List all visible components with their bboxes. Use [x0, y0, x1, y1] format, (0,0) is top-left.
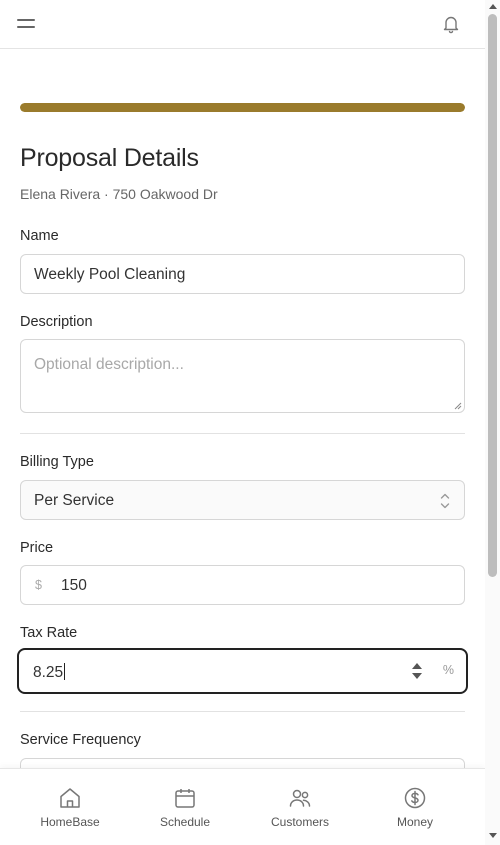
price-value: 150 [61, 577, 87, 594]
currency-prefix: $ [35, 578, 42, 592]
scrollbar[interactable] [485, 0, 500, 845]
percent-suffix: % [442, 663, 454, 677]
nav-item-customers[interactable]: Customers [250, 769, 350, 845]
nav-label: Schedule [159, 815, 211, 829]
description-placeholder: Optional description... [34, 356, 184, 373]
billing-type-label: Billing Type [20, 454, 94, 470]
nav-label: Customers [270, 815, 329, 829]
scroll-up-arrow-icon[interactable] [489, 4, 497, 9]
tax-rate-input[interactable]: 8.25 % [17, 648, 468, 694]
bell-icon[interactable] [442, 14, 460, 34]
nav-item-money[interactable]: Money [365, 769, 465, 845]
top-bar [0, 0, 485, 49]
nav-item-schedule[interactable]: Schedule [135, 769, 235, 845]
progress-bar [20, 103, 465, 112]
users-icon [289, 789, 311, 807]
calendar-icon [175, 789, 195, 808]
price-label: Price [20, 540, 54, 556]
section-divider [20, 433, 465, 434]
billing-type-value: Per Service [34, 492, 115, 509]
nav-label: HomeBase [40, 815, 100, 829]
resize-handle-icon[interactable] [454, 402, 462, 410]
service-frequency-label: Service Frequency [20, 732, 141, 748]
nav-label: Money [396, 815, 434, 829]
name-value: Weekly Pool Cleaning [34, 266, 186, 283]
scroll-thumb[interactable] [488, 14, 497, 577]
tax-rate-value-wrap: 8.25 [33, 663, 66, 682]
billing-type-select[interactable]: Per Service [20, 480, 465, 520]
dollar-circle-icon [404, 787, 426, 809]
hamburger-icon[interactable] [17, 17, 35, 31]
description-textarea[interactable]: Optional description... [20, 339, 465, 413]
tax-rate-label: Tax Rate [20, 625, 78, 641]
page-title: Proposal Details [20, 144, 199, 172]
text-caret [64, 663, 66, 680]
home-icon [60, 788, 80, 808]
select-arrows-icon [440, 493, 450, 509]
number-spinner-icon[interactable] [411, 661, 423, 681]
bottom-nav: HomeBase Schedule Customers Money [0, 768, 485, 845]
scroll-down-arrow-icon[interactable] [489, 833, 497, 838]
progress-fill [20, 103, 465, 112]
section-divider [20, 711, 465, 712]
tax-rate-value: 8.25 [33, 664, 64, 681]
page-subtitle: Elena Rivera · 750 Oakwood Dr [20, 186, 218, 202]
description-label: Description [20, 314, 93, 330]
name-label: Name [20, 228, 59, 244]
price-input[interactable]: $ 150 [20, 565, 465, 605]
nav-item-homebase[interactable]: HomeBase [20, 769, 120, 845]
name-input[interactable]: Weekly Pool Cleaning [20, 254, 465, 294]
